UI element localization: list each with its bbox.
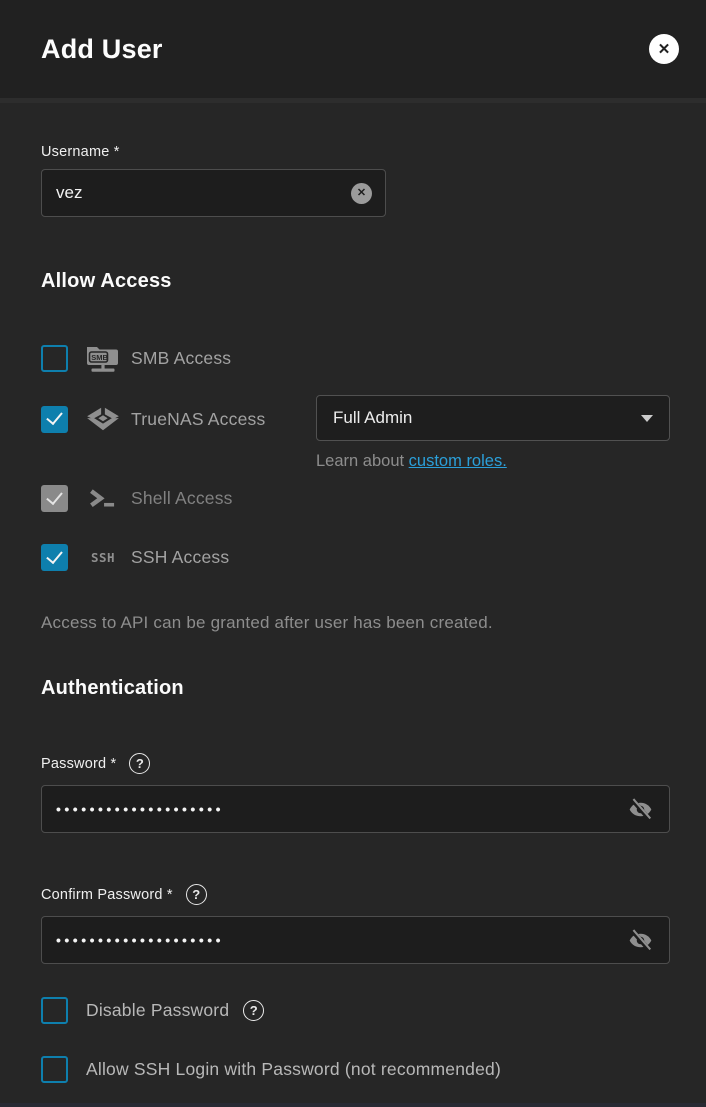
- role-hint-prefix: Learn about: [316, 452, 409, 470]
- shell-access-toggle: Shell Access: [41, 485, 316, 512]
- dialog-header: Add User ✕: [0, 0, 706, 103]
- ssh-access-label: SSH Access: [131, 547, 229, 568]
- authentication-heading: Authentication: [41, 677, 670, 700]
- confirm-password-group: Confirm Password * ? •••••••••••••••••••…: [41, 884, 670, 964]
- close-icon[interactable]: ✕: [649, 34, 679, 64]
- username-input[interactable]: vez ✕: [41, 169, 386, 217]
- confirm-password-label: Confirm Password *: [41, 887, 173, 903]
- username-value: vez: [56, 183, 351, 203]
- confirm-password-input[interactable]: ••••••••••••••••••••: [41, 916, 670, 964]
- dialog-content: Username * vez ✕ Allow Access SMB SMB Ac…: [0, 144, 706, 1083]
- visibility-off-icon[interactable]: [628, 928, 653, 953]
- allow-access-heading: Allow Access: [41, 270, 670, 293]
- smb-access-checkbox[interactable]: [41, 345, 68, 372]
- clear-icon[interactable]: ✕: [351, 183, 372, 204]
- dialog-title: Add User: [41, 34, 163, 65]
- chevron-down-icon: [641, 415, 653, 422]
- ssh-access-toggle[interactable]: SSH SSH Access: [41, 544, 316, 571]
- api-note: Access to API can be granted after user …: [41, 613, 670, 633]
- shell-access-checkbox: [41, 485, 68, 512]
- password-value: ••••••••••••••••••••: [56, 801, 628, 817]
- disable-password-label: Disable Password: [86, 1000, 229, 1021]
- access-row-shell: Shell Access: [41, 485, 670, 512]
- help-icon[interactable]: ?: [243, 1000, 264, 1021]
- access-row-truenas: TrueNAS Access Full Admin Learn about cu…: [41, 395, 670, 471]
- ssh-icon: SSH: [84, 550, 122, 565]
- confirm-password-value: ••••••••••••••••••••: [56, 932, 628, 948]
- username-label: Username *: [41, 144, 670, 160]
- username-group: Username * vez ✕: [41, 144, 670, 217]
- password-input[interactable]: ••••••••••••••••••••: [41, 785, 670, 833]
- ssh-access-checkbox[interactable]: [41, 544, 68, 571]
- truenas-access-label: TrueNAS Access: [131, 409, 265, 430]
- help-icon[interactable]: ?: [129, 753, 150, 774]
- truenas-access-checkbox[interactable]: [41, 406, 68, 433]
- access-row-ssh: SSH SSH Access: [41, 544, 670, 571]
- role-select-value: Full Admin: [333, 408, 641, 428]
- custom-roles-link[interactable]: custom roles.: [409, 452, 507, 470]
- access-row-smb: SMB SMB Access: [41, 343, 670, 373]
- allow-ssh-login-row[interactable]: Allow SSH Login with Password (not recom…: [41, 1056, 670, 1083]
- terminal-icon: [84, 489, 122, 508]
- disable-password-row[interactable]: Disable Password ?: [41, 997, 670, 1024]
- visibility-off-icon[interactable]: [628, 797, 653, 822]
- role-select[interactable]: Full Admin: [316, 395, 670, 441]
- smb-share-icon: SMB: [84, 343, 122, 373]
- password-group: Password * ? ••••••••••••••••••••: [41, 753, 670, 833]
- role-column: Full Admin Learn about custom roles.: [316, 395, 670, 471]
- role-hint: Learn about custom roles.: [316, 452, 670, 471]
- bottom-edge-strip: [0, 1103, 706, 1107]
- password-label: Password *: [41, 756, 116, 772]
- smb-access-label: SMB Access: [131, 348, 231, 369]
- help-icon[interactable]: ?: [186, 884, 207, 905]
- allow-ssh-login-checkbox[interactable]: [41, 1056, 68, 1083]
- svg-text:SMB: SMB: [91, 353, 108, 362]
- allow-ssh-login-label: Allow SSH Login with Password (not recom…: [86, 1059, 501, 1080]
- truenas-logo-icon: [84, 405, 122, 433]
- shell-access-label: Shell Access: [131, 488, 233, 509]
- disable-password-checkbox[interactable]: [41, 997, 68, 1024]
- truenas-access-toggle[interactable]: TrueNAS Access: [41, 405, 316, 433]
- smb-access-toggle[interactable]: SMB SMB Access: [41, 343, 316, 373]
